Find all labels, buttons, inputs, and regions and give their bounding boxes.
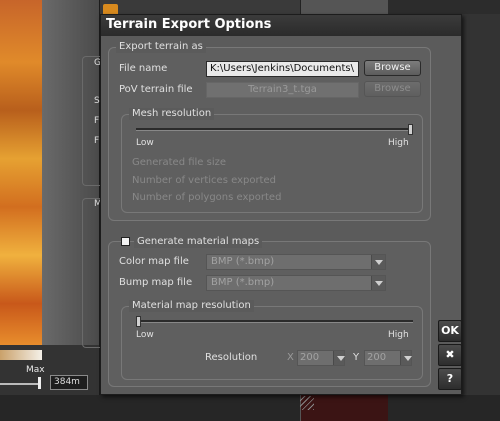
mesh-resolution-group: Mesh resolution Low High Generated file …: [121, 108, 423, 213]
browse-pov-button[interactable]: Browse: [364, 81, 421, 97]
mesh-resolution-slider[interactable]: [136, 128, 413, 131]
material-map-resolution-slider[interactable]: [136, 320, 413, 323]
material-low-label: Low: [136, 330, 154, 340]
max-label: Max: [26, 365, 45, 375]
material-map-resolution-slider-thumb[interactable]: [136, 316, 141, 327]
mesh-resolution-legend: Mesh resolution: [129, 108, 215, 120]
background-top-right: [388, 0, 500, 14]
material-high-label: High: [388, 330, 409, 340]
resize-grip-icon[interactable]: [300, 396, 314, 410]
resolution-y-value: 200: [367, 352, 387, 363]
vertices-exported-label: Number of vertices exported: [132, 175, 276, 186]
file-name-input[interactable]: K:\Users\Jenkins\Documents\: [206, 61, 359, 77]
background-toolbar: [100, 0, 300, 14]
chevron-down-icon: [371, 255, 385, 269]
bump-map-file-select[interactable]: BMP (*.bmp): [206, 275, 386, 291]
background-slider-thumb[interactable]: [38, 377, 41, 389]
background-slider-track[interactable]: [0, 383, 40, 385]
color-map-file-select[interactable]: BMP (*.bmp): [206, 254, 386, 270]
mesh-resolution-slider-thumb[interactable]: [408, 124, 413, 135]
generate-material-maps-checkbox[interactable]: [121, 237, 130, 246]
file-name-label: File name: [119, 63, 168, 74]
chevron-down-icon: [400, 351, 412, 365]
resolution-x-label: X: [287, 352, 294, 363]
terrain-export-dialog: Terrain Export Options Export terrain as…: [100, 14, 462, 395]
background-group-box: [82, 198, 100, 348]
height-value-field[interactable]: 384m: [50, 375, 88, 390]
mesh-low-label: Low: [136, 138, 154, 148]
bump-map-file-label: Bump map file: [119, 277, 193, 288]
mesh-high-label: High: [388, 138, 409, 148]
background-label-fragment: S: [94, 96, 100, 106]
resolution-x-select[interactable]: 200: [297, 350, 345, 366]
ok-button[interactable]: OK: [438, 320, 462, 342]
background-label-fragment: F: [94, 136, 100, 146]
material-maps-group: Generate material maps Color map file BM…: [108, 236, 431, 387]
browse-file-button[interactable]: Browse: [364, 60, 421, 76]
color-map-file-value: BMP (*.bmp): [211, 256, 275, 267]
color-gradient-bar: [0, 350, 42, 360]
material-map-resolution-legend: Material map resolution: [129, 300, 254, 312]
dialog-title[interactable]: Terrain Export Options: [101, 15, 461, 36]
resolution-x-value: 200: [300, 352, 320, 363]
help-icon[interactable]: ?: [438, 368, 462, 390]
generate-material-maps-label[interactable]: Generate material maps: [134, 236, 263, 248]
background-status-strip: [0, 395, 500, 421]
polygons-exported-label: Number of polygons exported: [132, 192, 282, 203]
resolution-label: Resolution: [205, 352, 258, 363]
close-icon[interactable]: ✖: [438, 344, 462, 366]
bump-map-file-value: BMP (*.bmp): [211, 277, 275, 288]
background-label-fragment: F: [94, 116, 100, 126]
export-terrain-legend: Export terrain as: [116, 41, 206, 53]
pov-terrain-file-input[interactable]: Terrain3_t.tga: [206, 82, 359, 98]
color-map-file-label: Color map file: [119, 256, 189, 267]
pov-terrain-file-label: PoV terrain file: [119, 84, 193, 95]
resolution-y-select[interactable]: 200: [364, 350, 412, 366]
chevron-down-icon: [371, 276, 385, 290]
export-terrain-group: Export terrain as File name K:\Users\Jen…: [108, 41, 431, 221]
material-map-resolution-group: Material map resolution Low High Resolut…: [121, 300, 423, 380]
chevron-down-icon: [333, 351, 345, 365]
generated-file-size-label: Generated file size: [132, 157, 227, 168]
resolution-y-label: Y: [353, 352, 360, 363]
